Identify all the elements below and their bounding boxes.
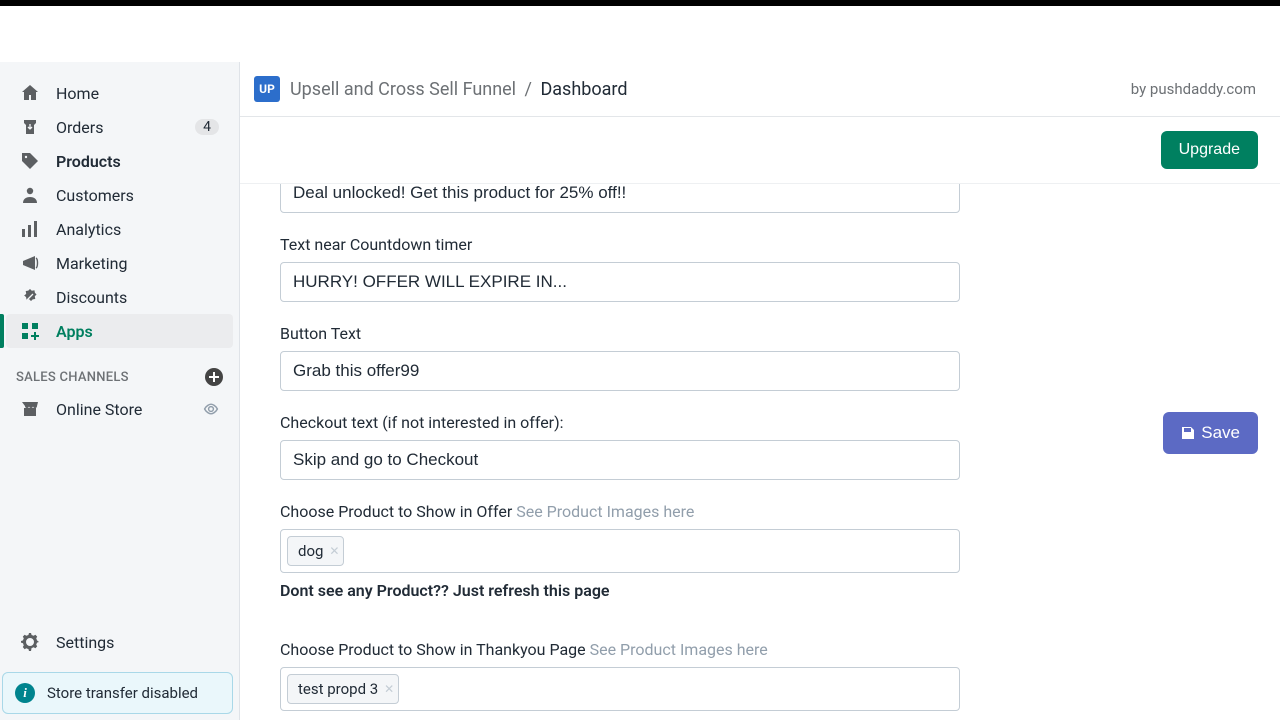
thankyou-product-link[interactable]: See Product Images here xyxy=(590,640,768,659)
sidebar-item-discounts[interactable]: Discounts xyxy=(6,280,233,314)
header-blank xyxy=(0,6,1280,62)
view-store-icon[interactable] xyxy=(203,401,219,417)
save-button[interactable]: Save xyxy=(1163,412,1258,454)
upgrade-button[interactable]: Upgrade xyxy=(1161,131,1258,169)
sidebar-item-marketing[interactable]: Marketing xyxy=(6,246,233,280)
sidebar-item-label: Home xyxy=(56,84,219,103)
home-icon xyxy=(20,83,40,103)
deal-unlocked-input[interactable] xyxy=(280,184,960,213)
breadcrumb-app[interactable]: Upsell and Cross Sell Funnel xyxy=(290,79,516,100)
customers-icon xyxy=(20,185,40,205)
offer-product-picker[interactable]: dog ✕ xyxy=(280,529,960,573)
sidebar-item-analytics[interactable]: Analytics xyxy=(6,212,233,246)
breadcrumb: Upsell and Cross Sell Funnel / Dashboard xyxy=(290,79,628,100)
discounts-icon xyxy=(20,287,40,307)
product-tag: dog ✕ xyxy=(287,536,344,566)
breadcrumb-sep: / xyxy=(525,79,532,100)
thankyou-product-picker[interactable]: test propd 3 ✕ xyxy=(280,667,960,711)
product-tag: test propd 3 ✕ xyxy=(287,674,399,704)
sidebar-item-orders[interactable]: Orders 4 xyxy=(6,110,233,144)
save-icon xyxy=(1181,426,1195,440)
sidebar-item-label: Orders xyxy=(56,118,179,137)
checkout-text-label: Checkout text (if not interested in offe… xyxy=(280,413,960,432)
sidebar-item-label: Analytics xyxy=(56,220,219,239)
button-text-label: Button Text xyxy=(280,324,960,343)
thankyou-product-label: Choose Product to Show in Thankyou Page … xyxy=(280,640,960,659)
orders-icon xyxy=(20,117,40,137)
sidebar-item-label: Apps xyxy=(56,322,219,341)
app-logo-badge: UP xyxy=(254,76,280,102)
sidebar-item-label: Customers xyxy=(56,186,219,205)
sub-header: Upgrade xyxy=(240,117,1280,184)
by-line: by pushdaddy.com xyxy=(1131,80,1256,98)
sidebar-item-settings[interactable]: Settings xyxy=(0,622,239,662)
button-text-input[interactable] xyxy=(280,351,960,391)
remove-tag-icon[interactable]: ✕ xyxy=(329,544,339,558)
sidebar: Home Orders 4 Products Customers xyxy=(0,62,240,720)
transfer-banner: i Store transfer disabled xyxy=(2,672,233,714)
sidebar-item-products[interactable]: Products xyxy=(6,144,233,178)
offer-product-label: Choose Product to Show in Offer See Prod… xyxy=(280,502,960,521)
info-icon: i xyxy=(15,683,35,703)
content-area: UP Upsell and Cross Sell Funnel / Dashbo… xyxy=(240,62,1280,720)
sidebar-item-online-store[interactable]: Online Store xyxy=(6,392,233,426)
save-button-label: Save xyxy=(1201,423,1240,443)
add-sales-channel-button[interactable] xyxy=(205,368,223,386)
sidebar-item-label: Online Store xyxy=(56,400,187,419)
breadcrumb-current: Dashboard xyxy=(540,79,627,100)
sales-channels-heading: SALES CHANNELS xyxy=(16,370,129,385)
remove-tag-icon[interactable]: ✕ xyxy=(384,682,394,696)
checkout-text-input[interactable] xyxy=(280,440,960,480)
settings-label: Settings xyxy=(56,633,114,652)
transfer-banner-text: Store transfer disabled xyxy=(47,684,198,702)
marketing-icon xyxy=(20,253,40,273)
gear-icon xyxy=(20,632,40,652)
orders-badge: 4 xyxy=(195,119,219,135)
refresh-helper: Dont see any Product?? Just refresh this… xyxy=(280,581,960,600)
countdown-label: Text near Countdown timer xyxy=(280,235,960,254)
sidebar-item-label: Products xyxy=(56,152,219,171)
offer-product-link[interactable]: See Product Images here xyxy=(516,502,694,521)
sidebar-item-home[interactable]: Home xyxy=(6,76,233,110)
apps-icon xyxy=(20,321,40,341)
analytics-icon xyxy=(20,219,40,239)
form-scroll[interactable]: Save Text near Countdown timer Button Te… xyxy=(240,184,1280,720)
sidebar-item-customers[interactable]: Customers xyxy=(6,178,233,212)
sidebar-item-apps[interactable]: Apps xyxy=(6,314,233,348)
products-icon xyxy=(20,151,40,171)
store-icon xyxy=(20,399,40,419)
countdown-input[interactable] xyxy=(280,262,960,302)
content-header: UP Upsell and Cross Sell Funnel / Dashbo… xyxy=(240,62,1280,117)
sidebar-item-label: Marketing xyxy=(56,254,219,273)
sidebar-item-label: Discounts xyxy=(56,288,219,307)
